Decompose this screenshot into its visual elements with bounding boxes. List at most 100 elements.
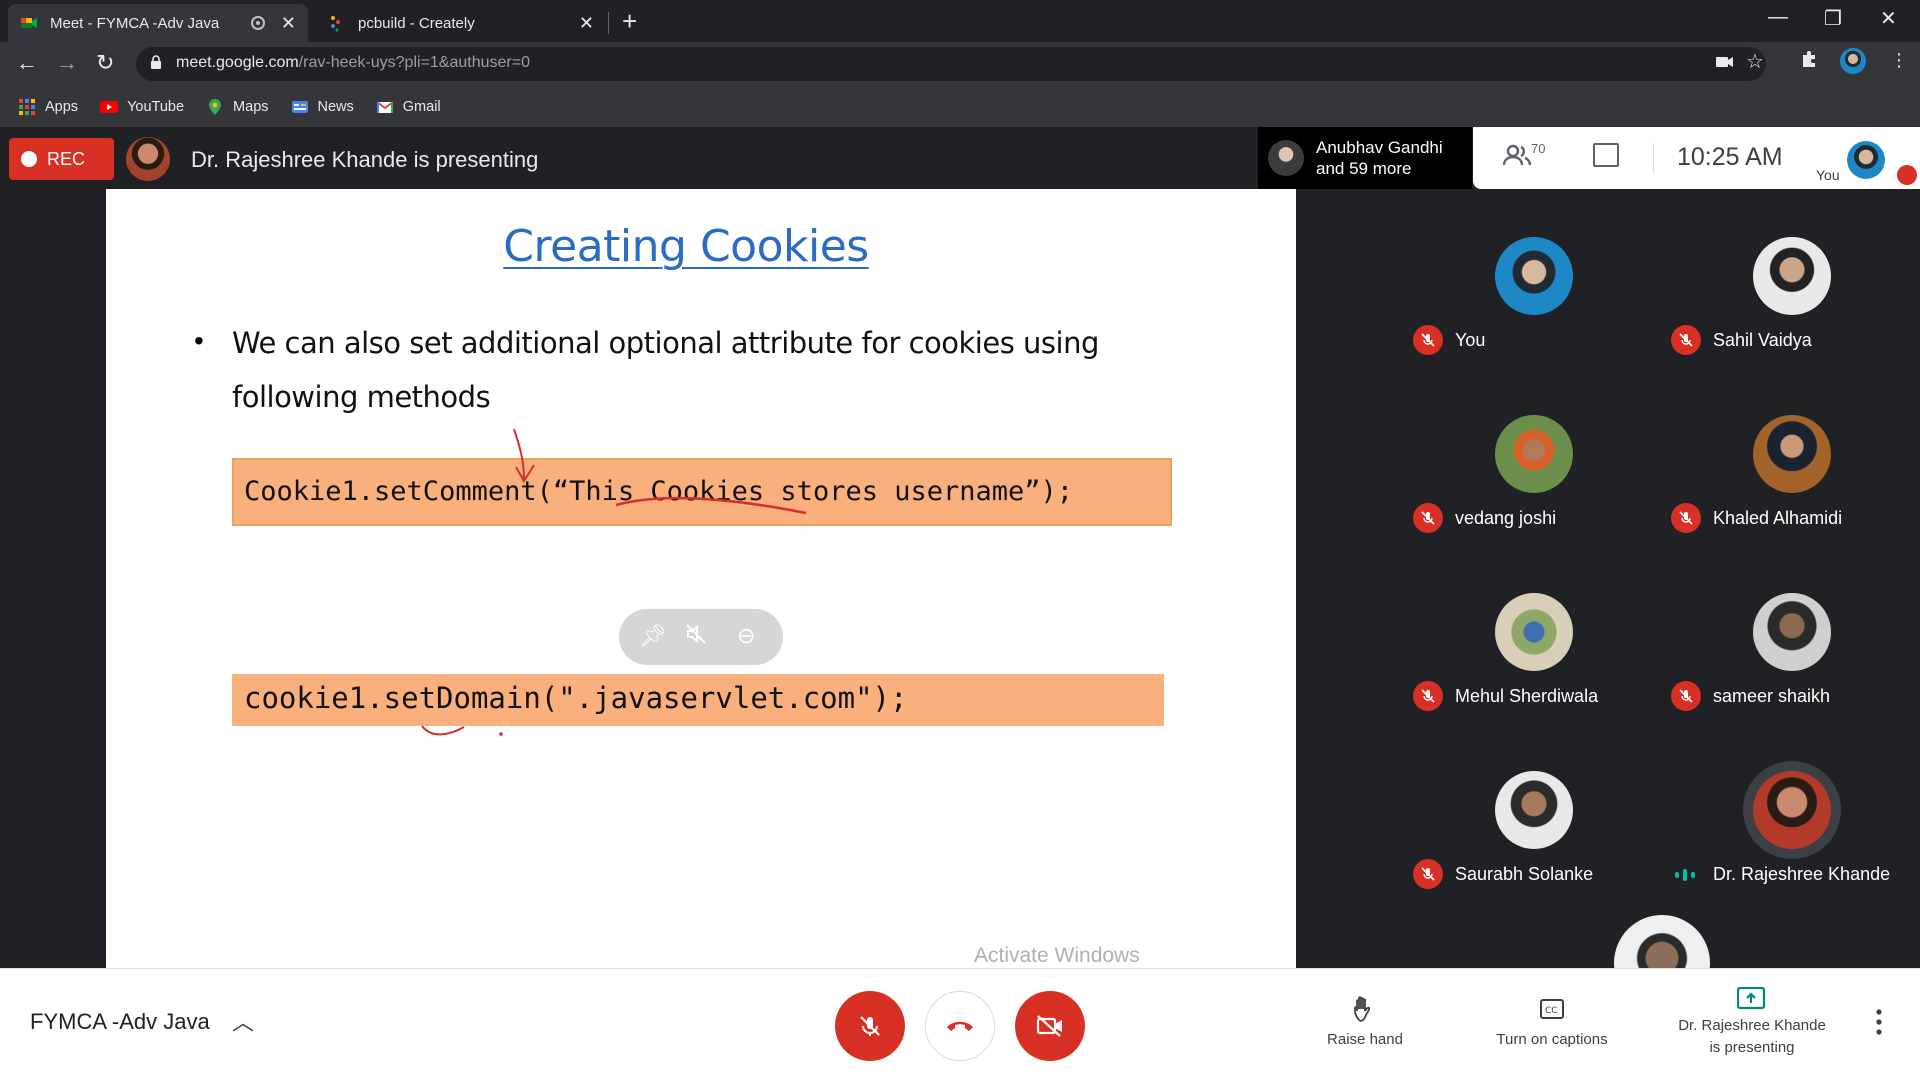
tab-meet[interactable]: Meet - FYMCA -Adv Java ✕ [8, 4, 308, 42]
bookmark-label: Gmail [402, 99, 441, 115]
camera-permission-icon[interactable] [1716, 53, 1734, 74]
avatar [1495, 771, 1573, 849]
raise-hand-icon[interactable] [1352, 995, 1380, 1025]
bookmark-apps[interactable]: Apps [18, 98, 78, 116]
participant-tile[interactable]: Khaled Alhamidi [1661, 367, 1919, 545]
leave-call-button[interactable] [925, 991, 995, 1061]
participant-name: Dr. Rajeshree Khande [1713, 864, 1891, 884]
code-block-setcomment: Cookie1.setComment(“This Cookies stores … [232, 458, 1172, 526]
close-tab-icon[interactable]: ✕ [281, 13, 296, 34]
profile-avatar[interactable] [1840, 48, 1866, 74]
url-text: meet.google.com/rav-heek-uys?pli=1&authu… [176, 54, 530, 71]
raise-hand-label[interactable]: Raise hand [1310, 1029, 1420, 1051]
mic-off-icon [1413, 859, 1443, 889]
tab-creately[interactable]: pcbuild - Creately ✕ [316, 4, 606, 42]
mic-off-icon [1413, 503, 1443, 533]
bookmark-star-icon[interactable]: ☆ [1746, 49, 1764, 74]
youtube-icon [100, 98, 119, 116]
presenting-status-label[interactable]: Dr. Rajeshree Khande is presenting [1660, 1015, 1844, 1059]
bookmark-news[interactable]: News [291, 98, 354, 116]
chip-line-1: Anubhav Gandhi [1316, 138, 1443, 157]
participant-grid: You Sahil Vaidya vedang joshi Khaled Alh… [1403, 189, 1920, 901]
bullet-icon: • [194, 325, 204, 356]
presenter-avatar [126, 137, 170, 181]
remove-icon[interactable]: ⊖ [737, 623, 755, 649]
chat-icon[interactable] [1593, 143, 1619, 167]
minimize-icon[interactable]: — [1768, 6, 1788, 29]
bookmark-label: Maps [233, 99, 269, 115]
participants-chip[interactable]: Anubhav Gandhi and 59 more [1258, 127, 1472, 189]
bookmark-maps[interactable]: Maps [206, 98, 269, 116]
participant-avatar [1268, 140, 1304, 176]
more-options-icon[interactable] [1876, 1009, 1882, 1035]
participant-tile-speaking[interactable]: Dr. Rajeshree Khande [1661, 723, 1919, 901]
tab-title: Meet - FYMCA -Adv Java [50, 14, 220, 32]
back-icon[interactable]: ← [16, 50, 38, 76]
mic-off-icon [1413, 681, 1443, 711]
recording-badge[interactable]: REC [9, 138, 114, 180]
slide-title: Creating Cookies [503, 221, 869, 272]
tab-title: pcbuild - Creately [358, 14, 475, 32]
participant-name: Saurabh Solanke [1455, 864, 1594, 884]
mic-toggle-button[interactable] [835, 991, 905, 1061]
captions-label[interactable]: Turn on captions [1480, 1029, 1624, 1051]
participant-name: Mehul Sherdiwala [1455, 686, 1599, 706]
bookmark-gmail[interactable]: Gmail [376, 98, 441, 116]
avatar [1753, 771, 1831, 849]
apps-grid-icon [18, 98, 36, 116]
forward-icon[interactable]: → [56, 50, 78, 76]
bookmark-label: YouTube [127, 99, 185, 115]
avatar [1495, 593, 1573, 671]
participant-count: 70 [1531, 141, 1546, 156]
participant-tile[interactable]: Saurabh Solanke [1403, 723, 1661, 901]
mic-off-icon [860, 1016, 880, 1036]
close-tab-icon[interactable]: ✕ [579, 13, 594, 34]
camera-toggle-button[interactable] [1015, 991, 1085, 1061]
close-window-icon[interactable]: ✕ [1880, 6, 1897, 31]
presenting-line-2: is presenting [1709, 1039, 1795, 1056]
recording-indicator-icon [250, 16, 265, 30]
participant-name: Sahil Vaidya [1713, 330, 1812, 350]
participant-tile[interactable]: vedang joshi [1403, 367, 1661, 545]
participant-tile[interactable]: Mehul Sherdiwala [1403, 545, 1661, 723]
participant-tile[interactable]: sameer shaikh [1661, 545, 1919, 723]
gmail-icon [376, 98, 394, 116]
extensions-icon[interactable] [1800, 50, 1818, 73]
meet-top-bar: REC Dr. Rajeshree Khande is presenting A… [0, 127, 1920, 189]
google-meet-icon [20, 14, 38, 32]
presenting-banner-text: Dr. Rajeshree Khande is presenting [191, 147, 539, 172]
clock-time: 10:25 AM [1677, 143, 1783, 171]
lock-icon [151, 55, 161, 69]
meeting-name[interactable]: FYMCA -Adv Java [30, 1009, 210, 1035]
hang-up-icon [947, 1021, 973, 1031]
avatar [1495, 237, 1573, 315]
rec-label: REC [47, 148, 86, 169]
reload-icon[interactable]: ↻ [96, 50, 114, 76]
avatar [1495, 415, 1573, 493]
captions-icon[interactable]: CC [1540, 999, 1564, 1019]
record-dot-icon [21, 151, 37, 167]
mic-off-icon [1413, 325, 1443, 355]
meet-controls-bar: FYMCA -Adv Java ︿ Raise hand CC Turn on … [0, 968, 1920, 1080]
new-tab-icon[interactable]: + [622, 6, 637, 37]
avatar [1614, 915, 1710, 968]
presenting-line-1: Dr. Rajeshree Khande [1678, 1017, 1826, 1034]
bookmark-youtube[interactable]: YouTube [100, 98, 184, 116]
chrome-menu-icon[interactable]: ⋮ [1890, 50, 1908, 71]
participant-name: Khaled Alhamidi [1713, 508, 1843, 528]
participant-name: sameer shaikh [1713, 686, 1831, 706]
avatar [1753, 593, 1831, 671]
participant-tile[interactable]: Sahil Vaidya [1661, 189, 1919, 367]
present-screen-icon[interactable] [1737, 987, 1765, 1011]
divider [1653, 143, 1654, 173]
participant-tile[interactable]: You [1403, 189, 1661, 367]
mute-for-me-icon[interactable] [685, 623, 707, 651]
mic-off-icon [1671, 503, 1701, 533]
participant-tile-partial[interactable] [1485, 901, 1838, 968]
pin-icon[interactable]: 📌︎ [639, 623, 667, 649]
address-bar[interactable]: meet.google.com/rav-heek-uys?pli=1&authu… [136, 47, 1766, 81]
restore-icon[interactable]: ❐ [1824, 6, 1842, 31]
people-icon[interactable] [1502, 143, 1532, 174]
chevron-up-icon[interactable]: ︿ [232, 1005, 254, 1037]
mic-off-icon [1671, 325, 1701, 355]
